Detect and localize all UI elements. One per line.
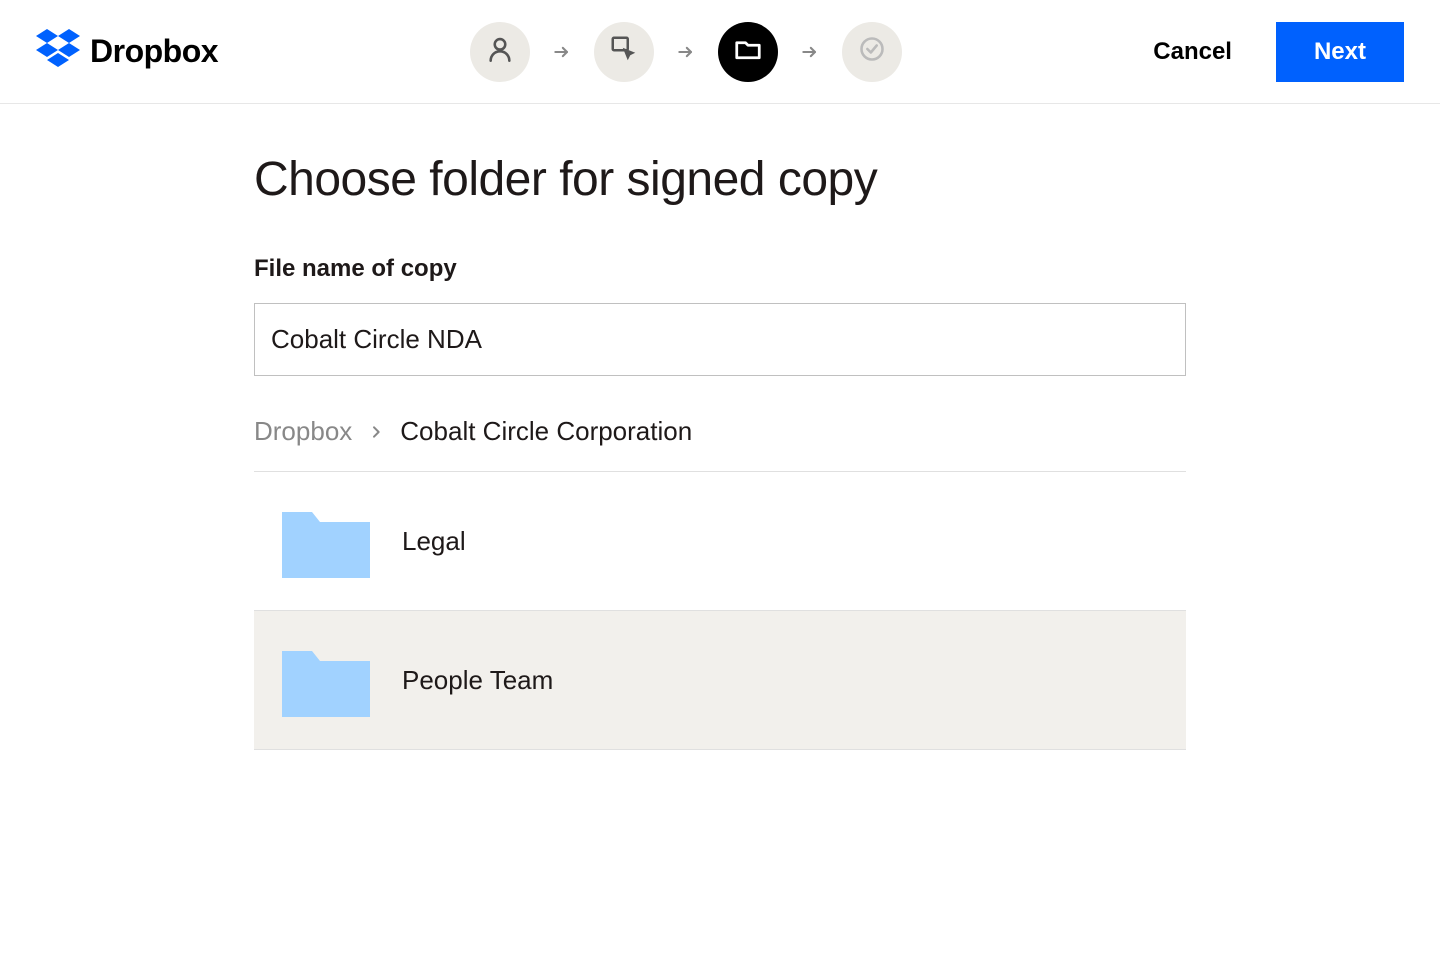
app-header: Dropbox — [0, 0, 1440, 104]
brand-logo: Dropbox — [36, 29, 218, 74]
brand-name: Dropbox — [90, 33, 218, 70]
folder-icon — [733, 34, 763, 69]
filename-label: File name of copy — [254, 255, 1186, 283]
person-icon — [486, 35, 514, 68]
step-recipients[interactable] — [470, 22, 530, 82]
check-circle-icon — [858, 35, 886, 68]
breadcrumb: Dropbox Cobalt Circle Corporation — [254, 416, 1186, 447]
folder-name: Legal — [402, 526, 466, 557]
folder-row[interactable]: Legal — [254, 472, 1186, 611]
folder-name: People Team — [402, 665, 553, 696]
step-folder[interactable] — [718, 22, 778, 82]
chevron-right-icon — [676, 42, 696, 62]
folder-icon — [282, 643, 370, 717]
step-review[interactable] — [842, 22, 902, 82]
folder-list: Legal People Team — [254, 471, 1186, 750]
wizard-stepper — [470, 22, 902, 82]
folder-icon — [282, 504, 370, 578]
breadcrumb-current: Cobalt Circle Corporation — [400, 416, 692, 447]
breadcrumb-root[interactable]: Dropbox — [254, 416, 352, 447]
filename-input[interactable] — [254, 303, 1186, 376]
main-content: Choose folder for signed copy File name … — [254, 104, 1186, 750]
step-fields[interactable] — [594, 22, 654, 82]
click-icon — [609, 34, 639, 69]
header-actions: Cancel Next — [1153, 22, 1404, 82]
next-button[interactable]: Next — [1276, 22, 1404, 82]
page-title: Choose folder for signed copy — [254, 152, 1186, 207]
chevron-right-icon — [552, 42, 572, 62]
dropbox-logo-icon — [36, 29, 80, 74]
chevron-right-icon — [368, 416, 384, 447]
cancel-button[interactable]: Cancel — [1153, 38, 1232, 66]
chevron-right-icon — [800, 42, 820, 62]
folder-row[interactable]: People Team — [254, 611, 1186, 750]
